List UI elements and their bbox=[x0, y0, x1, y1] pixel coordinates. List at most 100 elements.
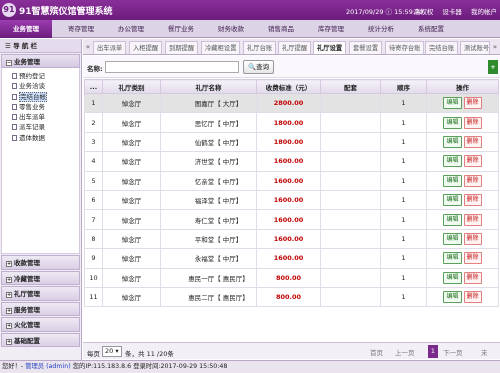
nav-settings[interactable]: 系统配置 bbox=[408, 20, 454, 38]
sidebar-tree: 预约登记 业务洽谈 完结台帐 零售业务 出车派单 派车记录 遗体数据 bbox=[1, 68, 80, 254]
edit-button[interactable]: 编辑 bbox=[443, 116, 462, 129]
delete-button[interactable]: 删除 bbox=[463, 291, 482, 304]
tab-hall-settings[interactable]: 礼厅设置 bbox=[313, 41, 347, 54]
sidebar-item-completed-ledger[interactable]: 完结台帐 bbox=[12, 91, 79, 102]
first-page-button[interactable]: 首页 bbox=[370, 347, 383, 357]
table-row[interactable]: 6 悼念厅 福泽堂【 中厅】 1600.00 1 编辑 删除 bbox=[84, 189, 499, 211]
delete-button[interactable]: 删除 bbox=[463, 271, 482, 284]
search-input[interactable] bbox=[105, 61, 239, 73]
row-hall-name: 寿仁堂【 中厅】 bbox=[160, 209, 257, 230]
table-row[interactable]: 2 悼念厅 思忆厅【 中厅】 1800.00 1 编辑 删除 bbox=[84, 112, 499, 133]
nav-finance[interactable]: 财务收款 bbox=[208, 20, 254, 38]
sidebar-item-negotiation[interactable]: 业务洽谈 bbox=[12, 81, 79, 91]
nav-statistics[interactable]: 统计分析 bbox=[358, 20, 404, 38]
ip-address: 您的IP:115.183.8.6 bbox=[72, 363, 132, 370]
row-index: 4 bbox=[84, 151, 103, 172]
tab-cabinet-in-reminder[interactable]: 入柜提醒 bbox=[129, 41, 163, 54]
edit-button[interactable]: 编辑 bbox=[443, 155, 462, 168]
tab-package-settings[interactable]: 套餐设置 bbox=[349, 41, 383, 54]
delete-button[interactable]: 删除 bbox=[463, 116, 482, 129]
table-row[interactable]: 7 悼念厅 寿仁堂【 中厅】 1600.00 1 编辑 删除 bbox=[84, 209, 499, 230]
column-header-price[interactable]: 收费标准（元） bbox=[256, 79, 321, 94]
table-row[interactable]: 4 悼念厅 济世堂【 中厅】 1600.00 1 编辑 删除 bbox=[84, 151, 499, 172]
top-link-user[interactable]: 高权权 bbox=[414, 8, 434, 16]
delete-button[interactable]: 删除 bbox=[463, 232, 482, 245]
delete-button[interactable]: 删除 bbox=[463, 174, 482, 187]
table-row[interactable]: 9 悼念厅 永福堂【 中厅】 1600.00 1 编辑 删除 bbox=[84, 248, 499, 269]
sidebar-section-business[interactable]: − 业务管理 bbox=[1, 54, 80, 68]
delete-button[interactable]: 删除 bbox=[463, 194, 482, 207]
edit-button[interactable]: 编辑 bbox=[443, 174, 462, 187]
tab-scroll-left-icon[interactable]: « bbox=[84, 42, 92, 53]
tab-hall-reminder[interactable]: 礼厅提醒 bbox=[278, 41, 312, 54]
sidebar-section-cold-storage[interactable]: + 冷藏管理 bbox=[1, 270, 80, 285]
table-row[interactable]: 10 悼念厅 惠民一厅【 惠民厅】 800.00 1 编辑 删除 bbox=[84, 267, 499, 288]
prev-page-button[interactable]: 上一页 bbox=[395, 347, 415, 357]
sidebar-section-cremation[interactable]: + 火化管理 bbox=[1, 317, 80, 332]
edit-button[interactable]: 编辑 bbox=[443, 135, 462, 148]
delete-button[interactable]: 删除 bbox=[463, 135, 482, 148]
edit-button[interactable]: 编辑 bbox=[443, 291, 462, 304]
sidebar-section-label: 基础配置 bbox=[14, 336, 40, 345]
sidebar-item-label: 业务洽谈 bbox=[19, 82, 45, 91]
tab-cabinet-settings[interactable]: 冷藏柜设置 bbox=[201, 41, 241, 54]
expand-icon: + bbox=[6, 292, 12, 298]
next-page-button[interactable]: 下一页 bbox=[443, 347, 463, 357]
current-page[interactable]: 1 bbox=[428, 345, 438, 358]
sidebar-section-service[interactable]: + 服务管理 bbox=[1, 301, 80, 316]
column-header-name[interactable]: 礼厅名称 bbox=[160, 79, 257, 94]
tab-scroll-right-icon[interactable]: » bbox=[491, 42, 499, 53]
sidebar-section-hall[interactable]: + 礼厅管理 bbox=[1, 286, 80, 301]
last-page-button[interactable]: 末 bbox=[481, 347, 488, 357]
edit-button[interactable]: 编辑 bbox=[443, 271, 462, 284]
tab-test-account[interactable]: 测试账号一档案 bbox=[460, 41, 490, 54]
column-header-kit[interactable]: 配套 bbox=[320, 79, 381, 94]
edit-button[interactable]: 编辑 bbox=[443, 252, 462, 265]
sidebar-item-retail[interactable]: 零售业务 bbox=[12, 102, 79, 112]
menu-icon[interactable]: ☰ bbox=[5, 42, 13, 50]
top-links: 高权权 设卡器 我的帐户 bbox=[407, 6, 497, 16]
table-row[interactable]: 3 悼念厅 仙鹤堂【 中厅】 1800.00 1 编辑 删除 bbox=[84, 131, 499, 153]
table-row[interactable]: 1 悼念厅 图嘉厅【 大厅】 2800.00 1 编辑 删除 bbox=[84, 92, 499, 114]
tab-hall-ledger[interactable]: 礼厅台账 bbox=[243, 41, 277, 54]
nav-office[interactable]: 办公管理 bbox=[108, 20, 154, 38]
sidebar-item-remains-data[interactable]: 遗体数据 bbox=[12, 133, 79, 143]
table-row[interactable]: 5 悼念厅 忆亲堂【 中厅】 1600.00 1 编辑 删除 bbox=[84, 170, 499, 191]
edit-button[interactable]: 编辑 bbox=[443, 194, 462, 207]
column-header-category[interactable]: 礼厅类别 bbox=[102, 79, 161, 94]
top-link-card-reader[interactable]: 设卡器 bbox=[442, 8, 462, 16]
row-category: 悼念厅 bbox=[102, 131, 161, 153]
delete-button[interactable]: 删除 bbox=[463, 213, 482, 226]
nav-sales[interactable]: 销售商品 bbox=[258, 20, 304, 38]
nav-storage[interactable]: 寄存管理 bbox=[58, 20, 104, 38]
column-header-index: ... bbox=[84, 79, 103, 94]
nav-inventory[interactable]: 库存管理 bbox=[308, 20, 354, 38]
delete-button[interactable]: 删除 bbox=[463, 155, 482, 168]
delete-button[interactable]: 删除 bbox=[463, 97, 482, 110]
tab-pending-storage-ledger[interactable]: 待寄存台账 bbox=[385, 41, 425, 54]
sidebar-section-base-config[interactable]: + 基础配置 bbox=[1, 332, 80, 347]
edit-button[interactable]: 编辑 bbox=[443, 232, 462, 245]
current-user[interactable]: 管理员 (admin) bbox=[25, 363, 71, 370]
nav-canteen[interactable]: 餐厅业务 bbox=[158, 20, 204, 38]
add-button[interactable]: + bbox=[488, 60, 498, 74]
table-row[interactable]: 8 悼念厅 平和堂【 中厅】 1600.00 1 编辑 删除 bbox=[84, 228, 499, 250]
row-actions: 编辑 删除 bbox=[426, 209, 499, 230]
edit-button[interactable]: 编辑 bbox=[443, 213, 462, 226]
column-header-order[interactable]: 顺序 bbox=[380, 79, 427, 94]
sidebar-section-payment[interactable]: + 收款管理 bbox=[1, 255, 80, 270]
tab-dispatch[interactable]: 出车派单 bbox=[93, 41, 127, 54]
delete-button[interactable]: 删除 bbox=[463, 252, 482, 265]
sidebar-item-reservation[interactable]: 预约登记 bbox=[12, 71, 79, 81]
sidebar-item-dispatch-records[interactable]: 派车记录 bbox=[12, 122, 79, 132]
table-row[interactable]: 11 悼念厅 惠民二厅【 惠民厅】 800.00 1 编辑 删除 bbox=[84, 286, 499, 308]
table-header-row: ... 礼厅类别 礼厅名称 收费标准（元） 配套 顺序 操作 bbox=[84, 79, 499, 94]
edit-button[interactable]: 编辑 bbox=[443, 97, 462, 110]
tab-completed-ledger[interactable]: 完结台账 bbox=[425, 41, 459, 54]
nav-business[interactable]: 业务管理 bbox=[0, 20, 52, 38]
query-button[interactable]: 🔍查询 bbox=[243, 60, 275, 74]
sidebar-item-dispatch[interactable]: 出车派单 bbox=[12, 112, 79, 122]
top-link-my-account[interactable]: 我的帐户 bbox=[471, 8, 497, 16]
tab-expiry-reminder[interactable]: 到期提醒 bbox=[165, 41, 199, 54]
page-size-select[interactable]: 20 ▾ bbox=[102, 346, 122, 357]
